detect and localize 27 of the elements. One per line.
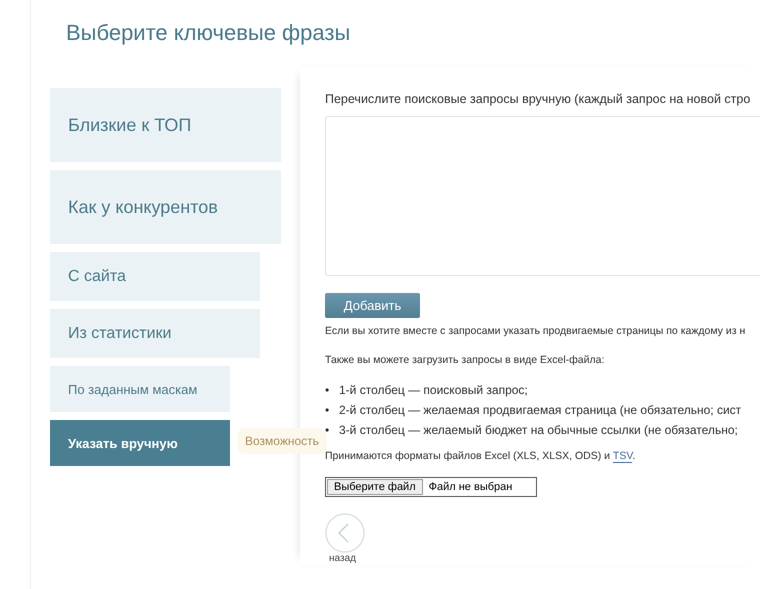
file-input[interactable]: Выберите файл Файл не выбран: [325, 477, 537, 497]
formats-text: Принимаются форматы файлов Excel (XLS, XLSX, ODS) и: [325, 450, 611, 462]
back-label[interactable]: назад: [329, 553, 760, 564]
bullet: •: [325, 382, 330, 399]
list-item: 2-й столбец — желаемая продвигаемая страница (не обязательно; сист: [339, 403, 742, 417]
sidebar-item[interactable]: Как у конкурентов: [50, 170, 281, 244]
list-item: 1-й столбец — поисковый запрос;: [339, 383, 528, 397]
tooltip: Возможность: [237, 428, 327, 454]
file-status: Файл не выбран: [428, 481, 512, 493]
excel-text: Также вы можете загрузить запросы в виде Excel-файла:: [325, 354, 606, 366]
back-icon[interactable]: [325, 513, 365, 553]
page-title: Выберите ключевые фразы: [65, 19, 352, 47]
sidebar-item[interactable]: Из статистики: [50, 309, 260, 358]
sidebar-item[interactable]: С сайта: [50, 252, 260, 301]
choose-file-button[interactable]: Выберите файл: [327, 479, 423, 495]
tsv-link[interactable]: TSV: [612, 450, 632, 463]
sidebar-item[interactable]: Указать вручную: [50, 420, 230, 466]
add-button[interactable]: Добавить: [325, 293, 420, 318]
period-text: .: [632, 450, 636, 462]
list-item: 3-й столбец — желаемый бюджет на обычные ссылки (не обязательно;: [339, 423, 738, 437]
bullet: •: [325, 422, 330, 439]
queries-field[interactable]: [325, 116, 760, 276]
sidebar-item[interactable]: Близкие к ТОП: [50, 88, 281, 162]
instruction-text: Перечислите поисковые запросы вручную (каждый запрос на новой стро: [325, 92, 752, 106]
sidebar-item[interactable]: По заданным маскам: [50, 366, 230, 412]
bullet: •: [325, 402, 330, 419]
note-text: Если вы хотите вместе с запросами указать продвигаемые страницы по каждому из н: [325, 325, 746, 337]
